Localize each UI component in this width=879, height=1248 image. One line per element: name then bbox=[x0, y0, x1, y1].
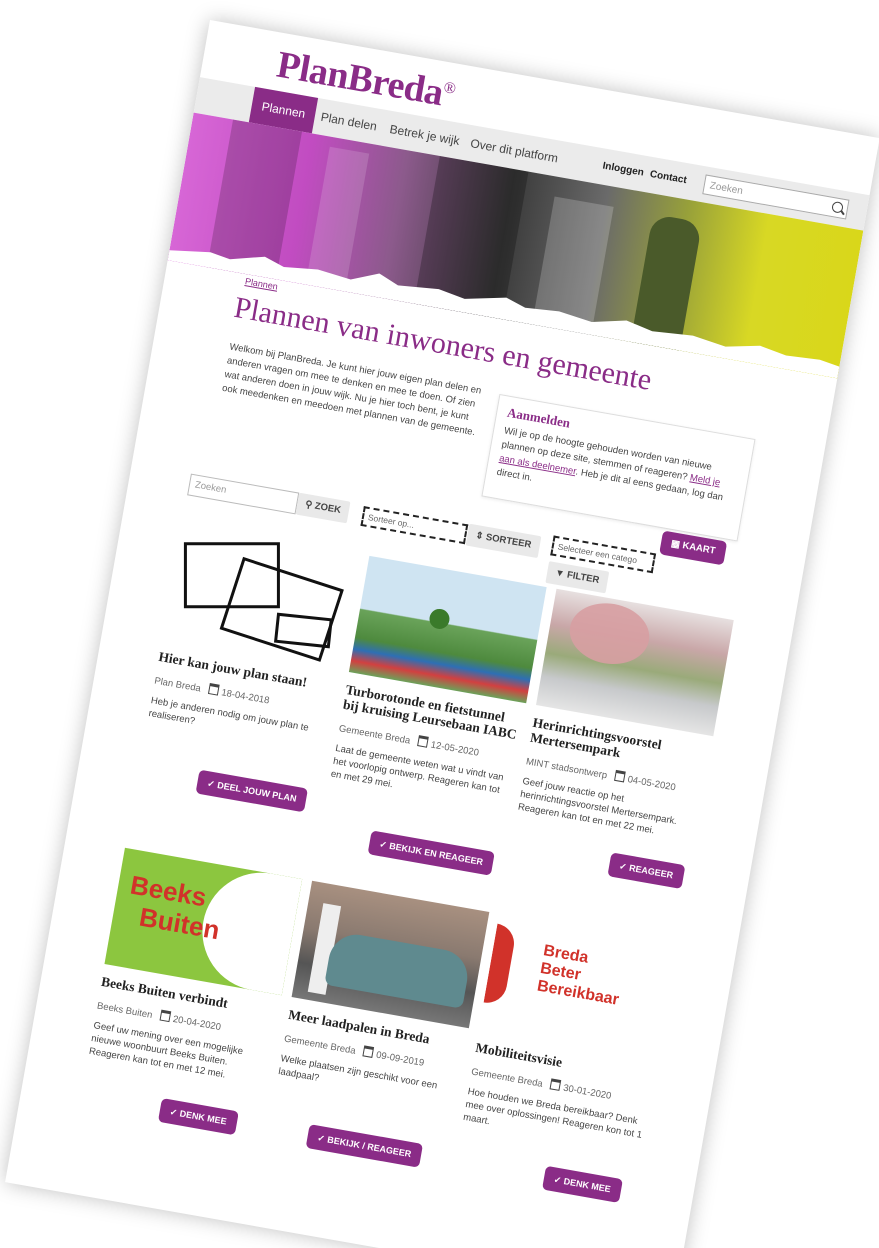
sort-button[interactable]: ⇕ SORTEER bbox=[465, 523, 541, 558]
calendar-icon bbox=[614, 769, 626, 783]
card-button[interactable]: ✓ BEKIJK EN REAGEER bbox=[367, 830, 495, 876]
card-image[interactable] bbox=[161, 522, 360, 671]
search-button[interactable]: ⚲ ZOEK bbox=[295, 492, 351, 524]
plan-card[interactable]: Breda Beter Bereikbaar Mobiliteitsvisie Ge… bbox=[462, 913, 677, 1203]
calendar-icon bbox=[207, 683, 220, 696]
screenshot-stage: PlanBreda® Plannen Plan delen Betrek je … bbox=[0, 0, 879, 1248]
plan-card[interactable]: Turborotonde en fietstunnel bij kruising… bbox=[330, 555, 547, 876]
login-box: Aanmelden Wil je op de hoogte gehouden w… bbox=[481, 393, 756, 542]
card-image[interactable] bbox=[348, 555, 547, 704]
card-image[interactable]: Beeks Buiten bbox=[104, 847, 303, 996]
search-icon[interactable] bbox=[831, 200, 844, 214]
card-image[interactable]: Breda Beter Bereikbaar bbox=[478, 913, 677, 1062]
calendar-icon bbox=[159, 1009, 172, 1023]
beeks-buiten-logo: Beeks Buiten bbox=[122, 869, 222, 946]
card-button[interactable]: ✓ BEKIJK / REAGEER bbox=[305, 1124, 424, 1168]
calendar-icon bbox=[549, 1078, 562, 1091]
card-image[interactable] bbox=[291, 880, 490, 1029]
filter-search-input[interactable]: Zoeken bbox=[187, 473, 300, 515]
card-button[interactable]: ✓ DEEL JOUW PLAN bbox=[195, 769, 309, 813]
plan-card[interactable]: Beeks Buiten Beeks Buiten verbindt Beeks… bbox=[88, 847, 303, 1136]
calendar-icon bbox=[417, 735, 430, 748]
filter-button[interactable]: ▼ FILTER bbox=[545, 561, 609, 594]
calendar-icon bbox=[362, 1045, 375, 1059]
webpage: PlanBreda® Plannen Plan delen Betrek je … bbox=[5, 20, 879, 1248]
plan-card[interactable]: Meer laadpalen in Breda Gemeente Breda09… bbox=[277, 880, 490, 1168]
plan-card[interactable]: Herinrichtingsvoorstel Mertersempark MIN… bbox=[517, 588, 734, 889]
card-button[interactable]: ✓ REAGEER bbox=[607, 852, 685, 889]
sort-select[interactable]: Sorteer op... bbox=[360, 506, 469, 545]
breda-beter-bereikbaar-logo: Breda Beter Bereikbaar bbox=[535, 942, 621, 1009]
card-image[interactable] bbox=[536, 588, 734, 737]
card-button[interactable]: ✓ DENK MEE bbox=[157, 1098, 239, 1136]
search-placeholder: Zoeken bbox=[708, 180, 744, 198]
plan-card[interactable]: Hier kan jouw plan staan! Plan Breda18-0… bbox=[148, 522, 360, 813]
card-button[interactable]: ✓ DENK MEE bbox=[541, 1165, 623, 1203]
